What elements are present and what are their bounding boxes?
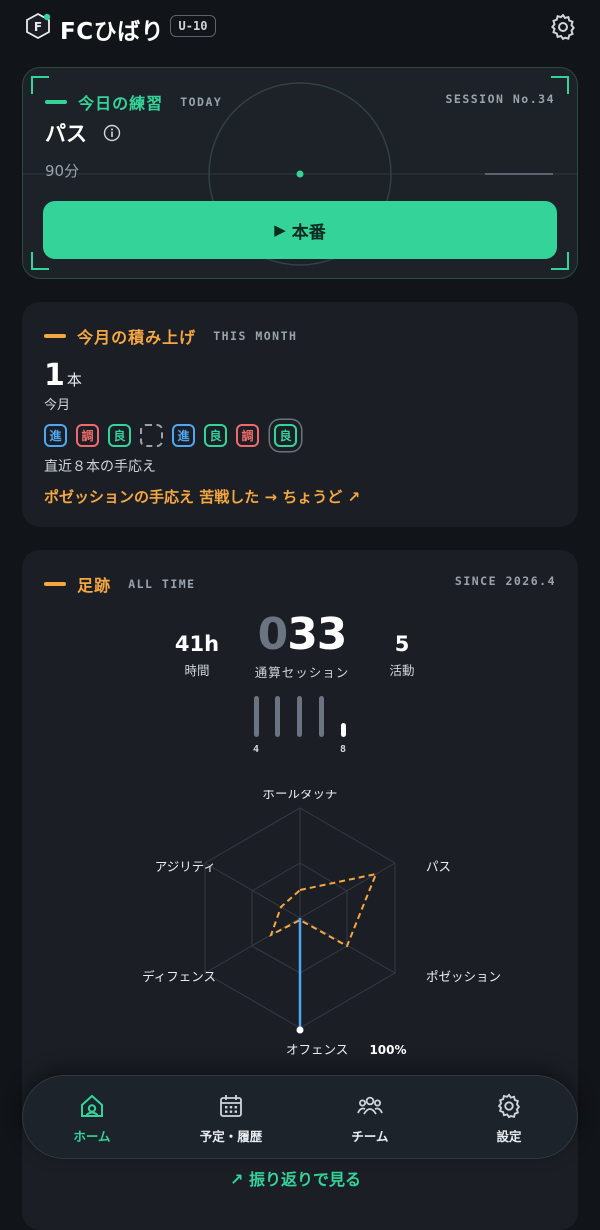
nav-label: 予定・履歴: [199, 1128, 263, 1144]
activities-value: 5: [394, 632, 410, 656]
monthly-insight-link[interactable]: ポゼッションの手応え 苦戦した → ちょうど ↗: [44, 486, 360, 507]
chips-caption: 直近８本の手応え: [44, 459, 156, 475]
nav-item-home[interactable]: ホーム: [37, 1076, 147, 1160]
feedback-chip: 進: [172, 424, 195, 447]
month-section-header: 今月の積み上げ THIS MONTH: [44, 324, 297, 348]
monthly-count-unit: 本: [66, 371, 82, 389]
radar-highlight-point: [296, 1026, 304, 1034]
section-subtitle: THIS MONTH: [213, 329, 298, 343]
gear-icon: [497, 1092, 521, 1118]
monthly-progress-card: 今月の積み上げ THIS MONTH 1本 今月 進調良進良調良 直近８本の手応…: [22, 302, 578, 527]
tally-mark: [319, 696, 324, 737]
recent-feedback-chips: 進調良進良調良: [44, 424, 297, 447]
tally-label-4: 4: [253, 744, 259, 755]
practice-menu-title: パス: [45, 122, 87, 146]
nav-item-schedule[interactable]: 予定・履歴: [176, 1076, 286, 1160]
nav-item-settings[interactable]: 設定: [454, 1076, 564, 1160]
activities-label: 活動: [389, 663, 415, 678]
since-date: SINCE 2026.4: [454, 574, 556, 588]
nav-label: ホーム: [73, 1128, 111, 1144]
monthly-count: 1本: [44, 358, 82, 393]
sessions-number: 33: [287, 609, 347, 660]
total-hours-value: 41h: [174, 632, 220, 656]
nav-item-team[interactable]: チーム: [315, 1076, 425, 1160]
radar-axis-label: ディフェンス: [142, 969, 216, 984]
practice-duration: 90分: [45, 162, 80, 180]
feedback-chip: [140, 424, 163, 447]
radar-axis-label: ポゼッション: [426, 969, 501, 984]
total-hours-stat: 41h 時間: [162, 632, 232, 679]
today-practice-card: 今日の練習 TODAY SESSION No.34 パス 90分 ▶ 本番: [22, 67, 578, 279]
tally-mark: [254, 696, 259, 737]
section-dash: [45, 100, 67, 104]
bottom-navigation: ホーム 予定・履歴 チーム 設定: [22, 1075, 578, 1159]
review-link-label: 振り返りで見る: [248, 1170, 361, 1189]
age-group-badge: U-10: [170, 15, 216, 37]
club-logo-icon: F: [26, 12, 51, 40]
section-subtitle: ALL TIME: [128, 577, 196, 591]
tally-label-8: 8: [340, 744, 346, 755]
app-header: F FCひばり U-10: [0, 0, 600, 60]
radar-axis-label: オフェンス: [286, 1042, 348, 1057]
section-title: 今月の積み上げ: [77, 328, 197, 347]
activities-stat: 5 活動: [362, 632, 442, 679]
team-icon: [357, 1096, 383, 1114]
section-subtitle: TODAY: [180, 95, 223, 109]
gear-icon[interactable]: [548, 12, 578, 42]
alltime-section-header: 足跡 ALL TIME: [44, 572, 196, 596]
start-session-button[interactable]: ▶ 本番: [43, 201, 557, 259]
feedback-chip: 良: [108, 424, 131, 447]
feedback-chip: 調: [76, 424, 99, 447]
total-sessions-label: 通算セッション: [254, 665, 350, 680]
home-icon: [81, 1094, 103, 1117]
info-icon[interactable]: [103, 124, 121, 142]
calendar-icon: [220, 1094, 242, 1117]
tally-mark-current: [341, 723, 346, 737]
trend-up-icon: ↗: [230, 1170, 249, 1189]
radar-highlight-value: 100%: [369, 1043, 406, 1057]
tally-mark: [275, 696, 280, 737]
session-tally-marks: 4 8: [253, 696, 346, 755]
app-name: FCひばり: [60, 19, 165, 45]
total-sessions-value: 033: [232, 612, 372, 658]
feedback-chip: 良: [204, 424, 227, 447]
sessions-leading-zero: 0: [257, 609, 289, 660]
section-dash: [44, 334, 66, 338]
skill-radar-chart: ボールタッチ パス ポゼッション オフェンス ディフェンス アジリティ 100%: [142, 790, 501, 1057]
start-button-label: 本番: [291, 222, 326, 243]
play-icon: ▶: [274, 221, 286, 239]
today-section-header: 今日の練習 TODAY: [45, 90, 222, 114]
nav-label: チーム: [351, 1128, 389, 1144]
section-title: 足跡: [77, 576, 112, 595]
session-number: SESSION No.34: [445, 92, 555, 106]
nav-label: 設定: [496, 1128, 522, 1144]
feedback-chip: 良: [274, 424, 297, 447]
monthly-count-label: 今月: [44, 398, 71, 413]
section-title: 今日の練習: [78, 94, 164, 113]
review-link[interactable]: ↗ 振り返りで見る: [230, 1166, 361, 1190]
radar-axis-label: パス: [426, 859, 451, 874]
tally-mark: [297, 696, 302, 737]
radar-axis-label: ボールタッチ: [262, 790, 337, 801]
monthly-count-value: 1: [44, 358, 65, 393]
feedback-chip: 調: [236, 424, 259, 447]
section-dash: [44, 582, 66, 586]
logo-letter: F: [34, 20, 42, 34]
total-sessions-stat: 033 通算セッション: [232, 612, 372, 681]
feedback-chip: 進: [44, 424, 67, 447]
total-hours-label: 時間: [184, 663, 210, 678]
radar-axis-label: アジリティ: [155, 859, 216, 874]
